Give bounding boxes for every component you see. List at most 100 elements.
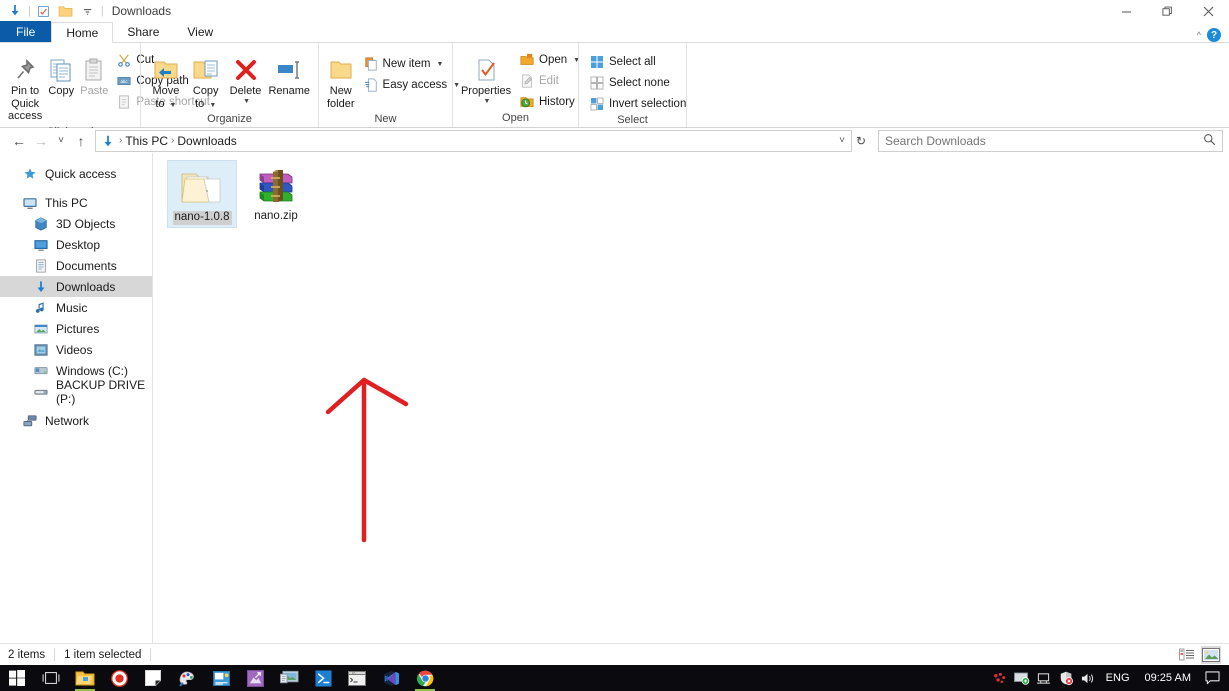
copy-path-icon: abc — [116, 73, 132, 89]
ribbon-group-label-select: Select — [617, 114, 648, 126]
record-circle-icon[interactable] — [102, 665, 136, 691]
remote-desktop-icon[interactable] — [272, 665, 306, 691]
photos-icon[interactable] — [204, 665, 238, 691]
google-chrome-icon[interactable] — [408, 665, 442, 691]
sidebar-item-network[interactable]: Network — [0, 410, 152, 431]
delete-chevron-down-icon[interactable]: ▼ — [243, 98, 250, 106]
new-item-button[interactable]: New item ▼ — [359, 54, 465, 74]
move-to-button[interactable]: Move to ▼ — [147, 48, 185, 113]
chevron-down-icon-2[interactable]: ▼ — [209, 102, 216, 109]
tab-home[interactable]: Home — [51, 22, 114, 43]
file-explorer-icon[interactable] — [68, 665, 102, 691]
sidebar-item-videos[interactable]: Videos — [0, 339, 152, 360]
breadcrumb-downloads[interactable]: Downloads — [174, 134, 239, 148]
sidebar-item-downloads[interactable]: Downloads — [0, 276, 152, 297]
new-folder-button[interactable]: New folder — [325, 48, 357, 113]
address-path-field[interactable]: › This PC › Downloads ˅ — [95, 129, 852, 152]
file-list-pane[interactable]: nano-1.0.8 nano.zip — [153, 153, 1229, 643]
chevron-down-icon[interactable]: ▼ — [170, 102, 177, 109]
sidebar-item-desktop[interactable]: Desktop — [0, 234, 152, 255]
windows-start-icon[interactable] — [0, 665, 34, 691]
forward-arrow-icon[interactable]: → — [30, 130, 52, 152]
properties-check-icon[interactable] — [33, 1, 55, 21]
file-item-folder[interactable]: nano-1.0.8 — [167, 160, 237, 228]
search-icon[interactable] — [1203, 133, 1216, 149]
copy-to-button[interactable]: Copy to ▼ — [187, 48, 225, 113]
back-arrow-icon[interactable]: ← — [8, 130, 30, 152]
download-arrow-icon[interactable] — [4, 1, 26, 21]
search-input[interactable]: Search Downloads — [878, 129, 1223, 152]
recent-locations-chevron-icon[interactable]: ˅ — [52, 130, 70, 152]
properties-button[interactable]: Properties ▼ — [459, 48, 513, 109]
sidebar-item-music[interactable]: Music — [0, 297, 152, 318]
paste-button[interactable]: Paste — [78, 48, 110, 101]
minimize-button[interactable] — [1106, 0, 1147, 22]
network-monitor-icon[interactable] — [1033, 665, 1055, 691]
paint-net-icon[interactable] — [170, 665, 204, 691]
customize-chevron-icon[interactable] — [77, 1, 99, 21]
task-view-icon[interactable] — [34, 665, 68, 691]
address-chevron-down-icon[interactable]: ˅ — [839, 135, 845, 146]
sidebar-item-this-pc[interactable]: This PC — [0, 192, 152, 213]
purple-app-icon[interactable] — [238, 665, 272, 691]
sidebar-item-backup-drive-p[interactable]: BACKUP DRIVE (P:) — [0, 378, 152, 406]
sidebar-item-documents[interactable]: Documents — [0, 255, 152, 276]
select-none-button[interactable]: Select none — [585, 73, 690, 93]
new-folder-icon[interactable] — [55, 1, 77, 21]
open-button[interactable]: Open ▼ — [515, 50, 584, 70]
pin-to-quick-access-button[interactable]: Pin to Quick access — [6, 48, 44, 126]
red-arrow-annotation — [325, 377, 409, 543]
properties-label: Properties — [460, 85, 512, 97]
new-item-chevron-down-icon[interactable]: ▼ — [436, 61, 443, 68]
visual-studio-icon[interactable] — [374, 665, 408, 691]
breadcrumb-this-pc[interactable]: This PC — [122, 134, 171, 148]
properties-chevron-down-icon[interactable]: ▼ — [484, 98, 491, 106]
sidebar-item-quick-access[interactable]: Quick access — [0, 163, 152, 184]
action-center-icon[interactable] — [1199, 665, 1225, 691]
new-small-buttons: New item ▼ Easy access ▼ — [359, 48, 465, 95]
file-item-archive[interactable]: nano.zip — [241, 160, 311, 226]
ribbon-group-label-open: Open — [502, 112, 529, 124]
sticky-note-icon[interactable] — [136, 665, 170, 691]
desktop-icon — [33, 237, 49, 253]
powershell-icon[interactable] — [306, 665, 340, 691]
close-button[interactable] — [1188, 0, 1229, 22]
history-button[interactable]: History — [515, 92, 584, 112]
status-separator-1 — [54, 648, 56, 661]
rename-button[interactable]: Rename — [266, 48, 312, 101]
large-icons-view-icon[interactable] — [1201, 645, 1221, 664]
clock[interactable]: 09:25 AM — [1137, 672, 1199, 684]
tab-view[interactable]: View — [173, 21, 228, 42]
qat-separator: | — [28, 5, 31, 17]
tab-share[interactable]: Share — [113, 21, 174, 42]
help-icon[interactable]: ? — [1207, 28, 1221, 42]
hard-drive-icon — [33, 363, 49, 379]
tab-file[interactable]: File — [0, 21, 52, 42]
pc-monitor-icon — [22, 195, 38, 211]
up-arrow-icon[interactable]: ↑ — [70, 130, 92, 152]
green-display-icon[interactable] — [1011, 665, 1033, 691]
volume-icon[interactable] — [1077, 665, 1099, 691]
ribbon-filler — [686, 43, 1229, 127]
copy-button[interactable]: Copy — [46, 48, 76, 101]
details-view-icon[interactable] — [1177, 646, 1197, 664]
delete-x-icon — [233, 51, 259, 83]
easy-access-button[interactable]: Easy access ▼ — [359, 75, 465, 95]
security-shield-alert-icon[interactable] — [1055, 665, 1077, 691]
sidebar-item-3d-objects[interactable]: 3D Objects — [0, 213, 152, 234]
select-all-icon — [589, 54, 605, 70]
select-all-button[interactable]: Select all — [585, 52, 690, 72]
ribbon-group-clipboard: Pin to Quick access Copy Paste Cut abc C… — [0, 43, 210, 138]
collapse-ribbon-icon[interactable]: ^ — [1197, 30, 1201, 40]
edit-button[interactable]: Edit — [515, 71, 584, 91]
refresh-icon[interactable]: ↻ — [852, 130, 870, 152]
sidebar-item-pictures[interactable]: Pictures — [0, 318, 152, 339]
red-dots-icon[interactable] — [989, 665, 1011, 691]
invert-selection-button[interactable]: Invert selection — [585, 94, 690, 114]
delete-button[interactable]: Delete ▼ — [227, 48, 265, 109]
new-folder-icon — [328, 51, 354, 83]
new-folder-label: New folder — [327, 85, 355, 110]
language-indicator[interactable]: ENG — [1099, 672, 1137, 684]
maximize-restore-button[interactable] — [1147, 0, 1188, 22]
command-prompt-icon[interactable]: C:\ — [340, 665, 374, 691]
